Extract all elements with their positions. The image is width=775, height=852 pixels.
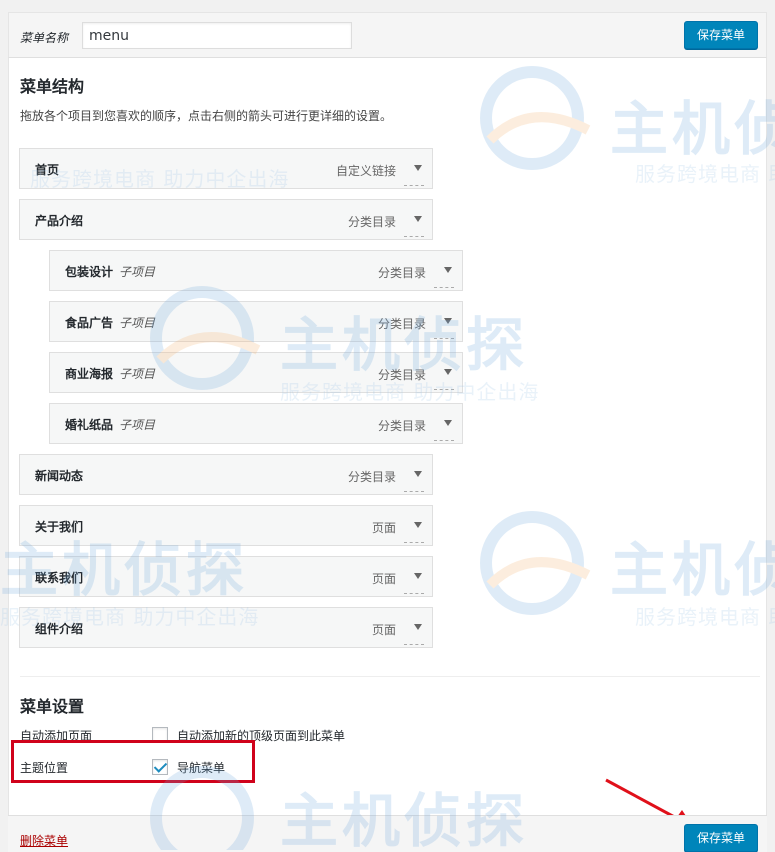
- menu-item-title: 产品介绍: [35, 214, 84, 228]
- save-menu-button-top[interactable]: 保存菜单: [684, 21, 758, 49]
- menu-item-contact[interactable]: 联系我们 页面: [19, 556, 433, 597]
- expand-arrow-icon[interactable]: [414, 471, 422, 477]
- expand-arrow-icon[interactable]: [414, 216, 422, 222]
- menu-item-type: 分类目录: [347, 215, 396, 229]
- menu-structure-description: 拖放各个项目到您喜欢的顺序，点击右侧的箭头可进行更详细的设置。: [20, 109, 393, 123]
- drag-handle-icon: [434, 440, 454, 441]
- drag-handle-icon: [404, 644, 424, 645]
- menu-item-title: 首页: [35, 163, 60, 177]
- sub-item-label: 子项目: [119, 418, 156, 432]
- expand-arrow-icon[interactable]: [444, 420, 452, 426]
- expand-arrow-icon[interactable]: [444, 267, 452, 273]
- sub-item-label: 子项目: [119, 316, 156, 330]
- highlight-box: [11, 740, 255, 783]
- drag-handle-icon: [404, 593, 424, 594]
- menu-item-title: 商业海报 子项目: [65, 367, 156, 381]
- menu-item-type: 页面: [371, 521, 396, 535]
- menu-item-home[interactable]: 首页 自定义链接: [19, 148, 433, 189]
- drag-handle-icon: [434, 389, 454, 390]
- menu-item-wedding[interactable]: 婚礼纸品 子项目 分类目录: [49, 403, 463, 444]
- delete-menu-link[interactable]: 删除菜单: [20, 832, 68, 849]
- menu-footer-bar: [8, 815, 767, 852]
- sub-item-label: 子项目: [119, 265, 156, 279]
- menu-item-type: 页面: [371, 572, 396, 586]
- menu-item-type: 分类目录: [377, 266, 426, 280]
- section-divider: [20, 676, 760, 677]
- menu-item-packaging[interactable]: 包装设计 子项目 分类目录: [49, 250, 463, 291]
- menu-item-type: 分类目录: [377, 317, 426, 331]
- drag-handle-icon: [404, 236, 424, 237]
- menu-name-label: 菜单名称: [20, 31, 69, 45]
- expand-arrow-icon[interactable]: [414, 573, 422, 579]
- drag-handle-icon: [404, 542, 424, 543]
- menu-item-type: 页面: [371, 623, 396, 637]
- expand-arrow-icon[interactable]: [414, 165, 422, 171]
- drag-handle-icon: [434, 338, 454, 339]
- menu-item-products[interactable]: 产品介绍 分类目录: [19, 199, 433, 240]
- menu-item-title: 联系我们: [35, 571, 84, 585]
- menu-item-title: 食品广告 子项目: [65, 316, 156, 330]
- drag-handle-icon: [434, 287, 454, 288]
- menu-item-type: 分类目录: [377, 368, 426, 382]
- drag-handle-icon: [404, 491, 424, 492]
- menu-item-about[interactable]: 关于我们 页面: [19, 505, 433, 546]
- drag-handle-icon: [404, 185, 424, 186]
- menu-item-type: 分类目录: [347, 470, 396, 484]
- menu-settings-title: 菜单设置: [20, 697, 85, 716]
- menu-item-news[interactable]: 新闻动态 分类目录: [19, 454, 433, 495]
- menu-item-type: 分类目录: [377, 419, 426, 433]
- menu-item-title: 新闻动态: [35, 469, 84, 483]
- save-menu-button-bottom[interactable]: 保存菜单: [684, 824, 758, 852]
- menu-item-components[interactable]: 组件介绍 页面: [19, 607, 433, 648]
- menu-item-type: 自定义链接: [335, 164, 396, 178]
- menu-item-title: 组件介绍: [35, 622, 84, 636]
- menu-item-title: 婚礼纸品 子项目: [65, 418, 156, 432]
- menu-item-posters[interactable]: 商业海报 子项目 分类目录: [49, 352, 463, 393]
- expand-arrow-icon[interactable]: [444, 369, 452, 375]
- menu-structure-title: 菜单结构: [20, 77, 85, 96]
- menu-editor-page: 菜单名称 保存菜单 菜单结构 拖放各个项目到您喜欢的顺序，点击右侧的箭头可进行更…: [0, 0, 775, 852]
- menu-item-title: 包装设计 子项目: [65, 265, 156, 279]
- menu-name-input[interactable]: [82, 22, 352, 49]
- expand-arrow-icon[interactable]: [414, 522, 422, 528]
- menu-item-food-ads[interactable]: 食品广告 子项目 分类目录: [49, 301, 463, 342]
- sub-item-label: 子项目: [119, 367, 156, 381]
- menu-item-title: 关于我们: [35, 520, 84, 534]
- expand-arrow-icon[interactable]: [414, 624, 422, 630]
- expand-arrow-icon[interactable]: [444, 318, 452, 324]
